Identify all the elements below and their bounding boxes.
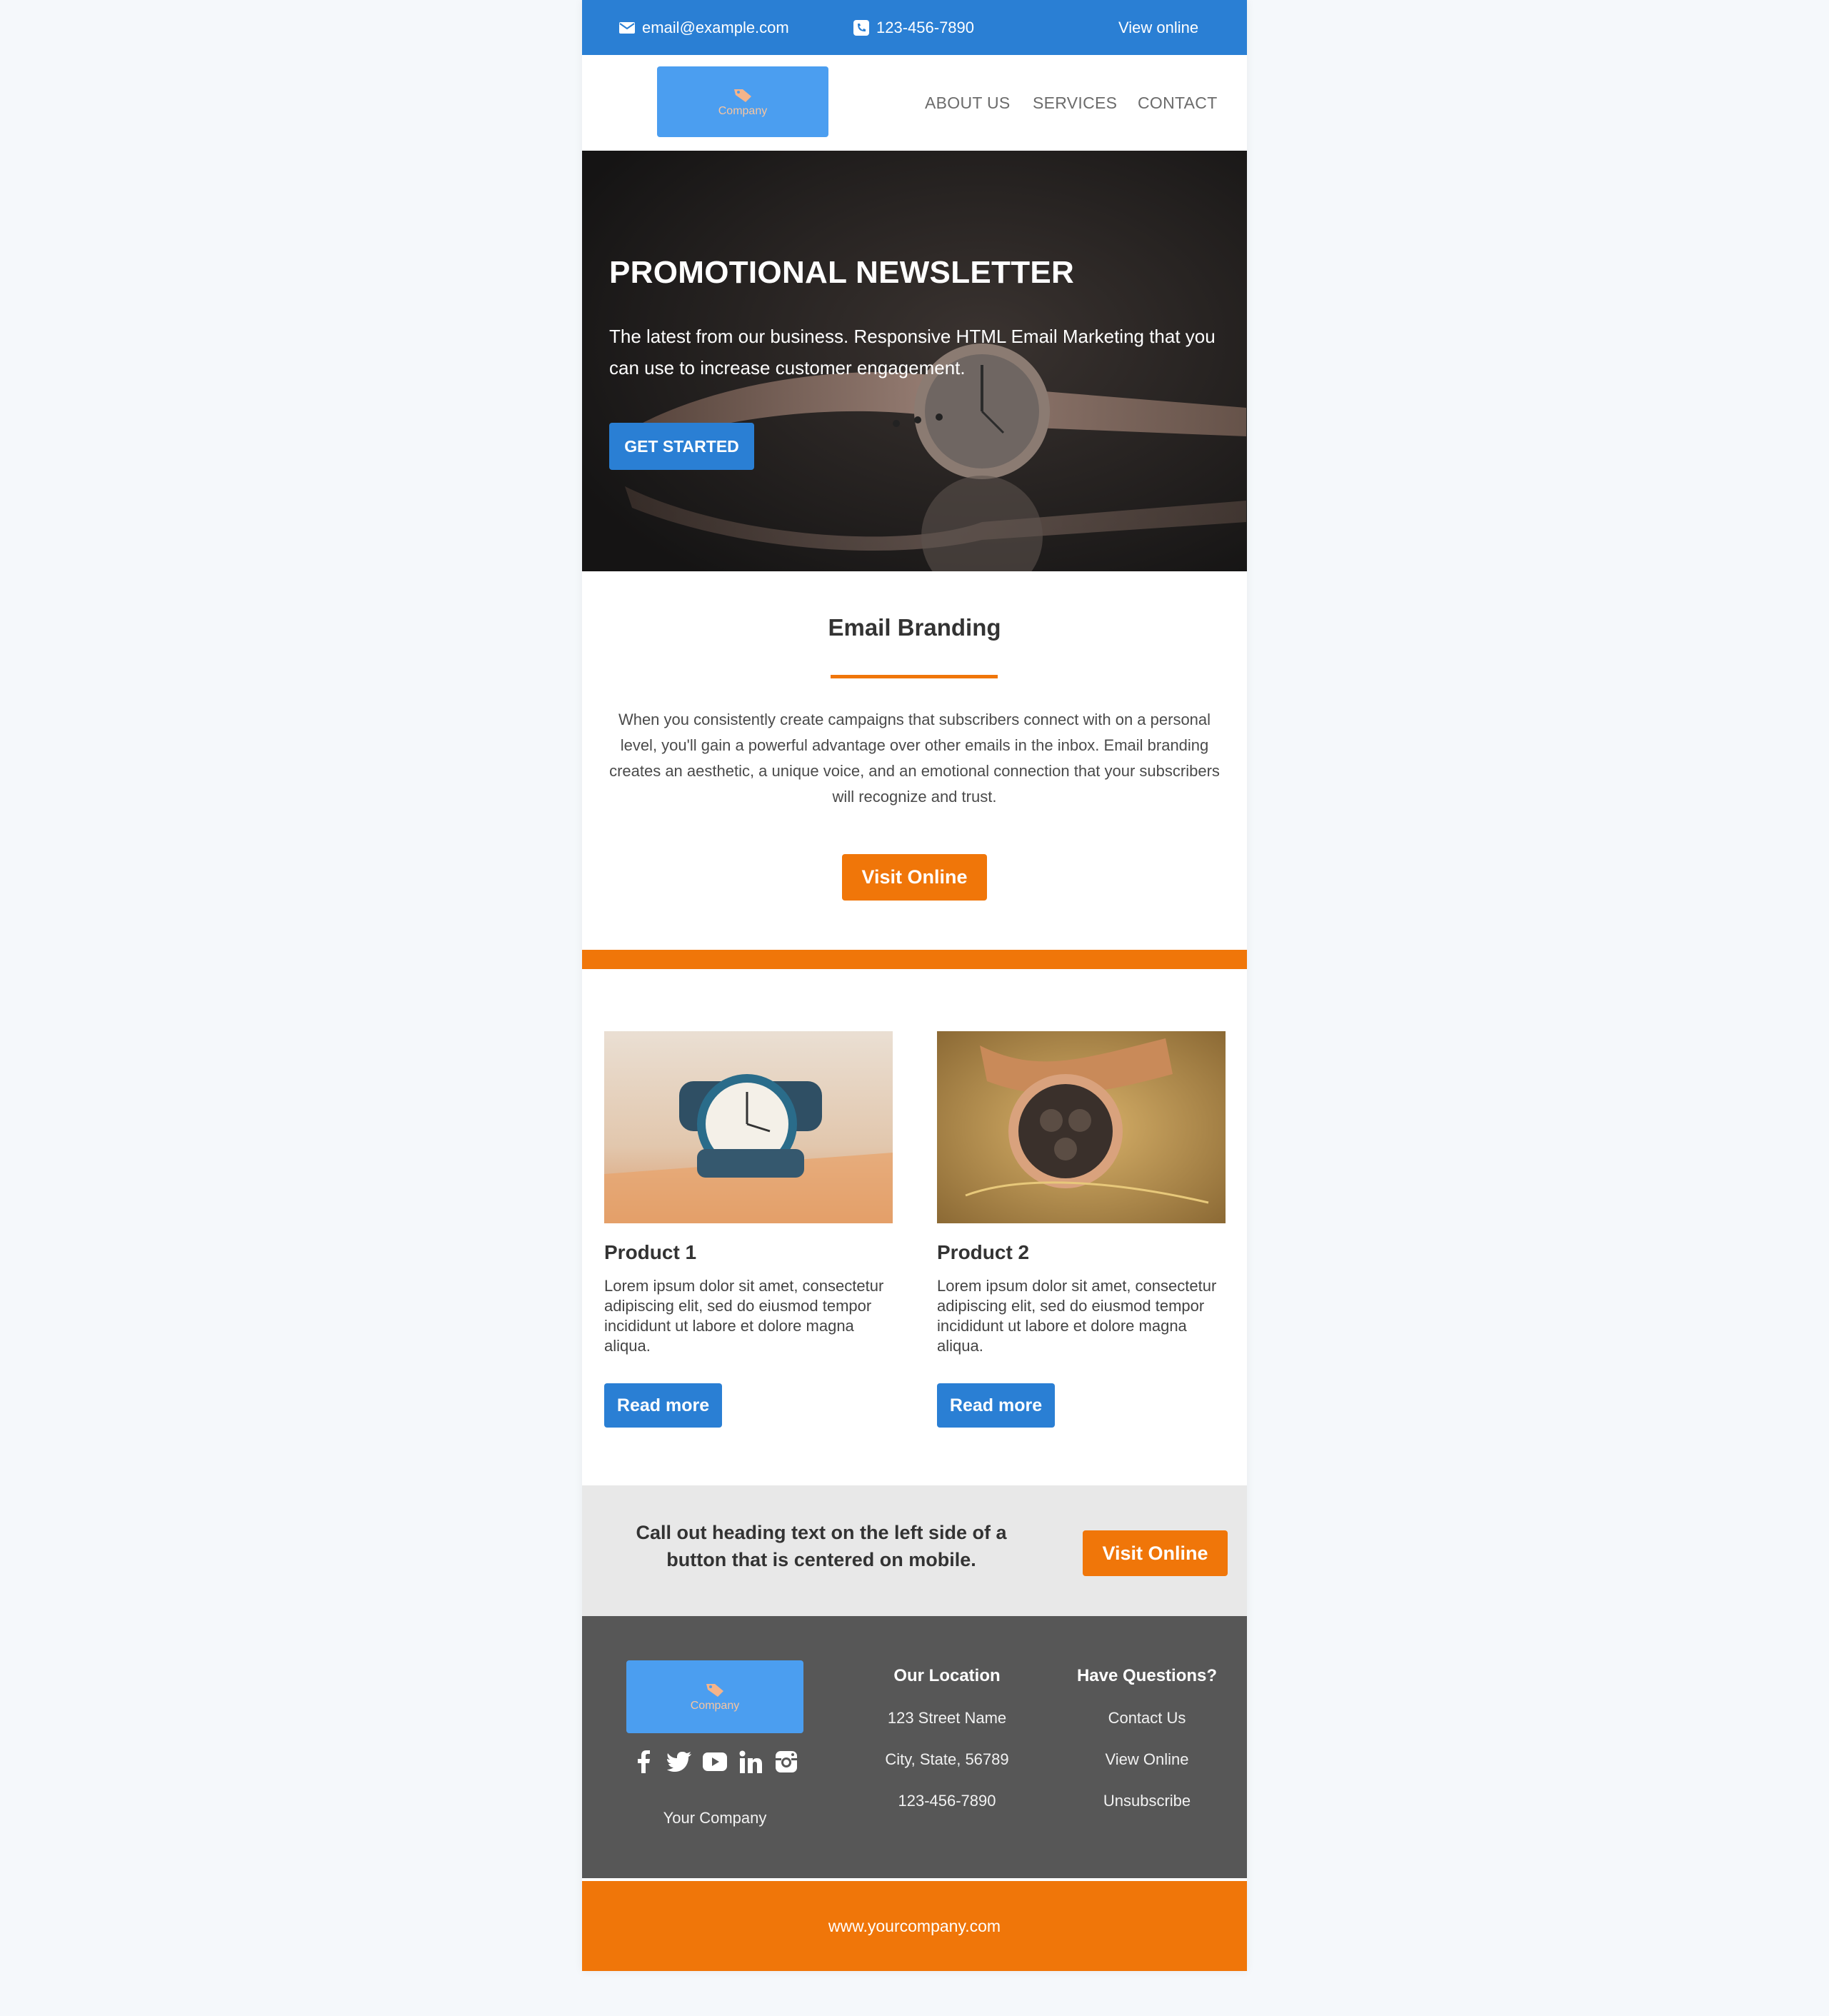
callout-text: Call out heading text on the left side o… (636, 1522, 1007, 1570)
instagram-icon[interactable] (774, 1750, 798, 1774)
footer-unsubscribe-link[interactable]: Unsubscribe (1054, 1792, 1240, 1810)
view-online-link[interactable]: View online (1118, 0, 1198, 55)
hero-title: PROMOTIONAL NEWSLETTER (609, 255, 1075, 290)
branding-text: When you consistently create campaigns t… (609, 711, 1220, 806)
footer-logo[interactable]: Company (626, 1660, 803, 1733)
orange-divider (582, 950, 1247, 969)
footer-location-city: City, State, 56789 (885, 1750, 1009, 1768)
top-phone[interactable]: 123-456-7890 (853, 0, 974, 55)
footer-questions-heading: Have Questions? (1076, 1666, 1218, 1685)
nav-contact[interactable]: CONTACT (1138, 55, 1218, 151)
callout-section: Call out heading text on the left side o… (582, 1485, 1247, 1616)
website-bar: www.yourcompany.com (582, 1881, 1247, 1971)
product-1-image (604, 1031, 893, 1223)
visit-online-button[interactable]: Visit Online (842, 854, 987, 901)
phone-icon (853, 19, 869, 36)
social-links (631, 1750, 798, 1774)
product-1-text: Lorem ipsum dolor sit amet, consectetur … (604, 1277, 884, 1355)
callout-visit-online-button[interactable]: Visit Online (1083, 1530, 1228, 1576)
footer: Company Your Company Our Location 123 St… (582, 1616, 1247, 1878)
envelope-icon (619, 20, 635, 36)
product-2-text: Lorem ipsum dolor sit amet, consectetur … (937, 1277, 1217, 1355)
footer-location-street: 123 Street Name (887, 1709, 1007, 1727)
tag-icon (734, 89, 751, 102)
product-1-read-more-button[interactable]: Read more (604, 1383, 722, 1428)
footer-view-online-link[interactable]: View Online (1054, 1750, 1240, 1769)
get-started-button[interactable]: GET STARTED (609, 423, 754, 470)
logo-name: Company (718, 104, 768, 117)
youtube-icon[interactable] (703, 1750, 727, 1774)
facebook-icon[interactable] (631, 1750, 656, 1774)
email-container: email@example.com 123-456-7890 View onli… (582, 0, 1247, 1971)
nav-services[interactable]: SERVICES (1033, 55, 1117, 151)
header: Company ABOUT US SERVICES CONTACT (582, 55, 1247, 151)
product-2-image (937, 1031, 1226, 1223)
footer-logo-name: Company (690, 1700, 740, 1712)
website-link[interactable]: www.yourcompany.com (828, 1917, 1001, 1936)
top-email-text: email@example.com (642, 18, 789, 36)
nav-about[interactable]: ABOUT US (925, 55, 1011, 151)
branding-title: Email Branding (828, 614, 1001, 641)
footer-location-phone: 123-456-7890 (898, 1792, 996, 1810)
top-phone-text: 123-456-7890 (876, 18, 975, 36)
hero-banner: PROMOTIONAL NEWSLETTER The latest from o… (582, 151, 1247, 571)
nav-services-label: SERVICES (1033, 93, 1118, 112)
branding-divider (831, 675, 998, 678)
top-bar: email@example.com 123-456-7890 View onli… (582, 0, 1247, 55)
tag-icon (706, 1684, 723, 1697)
footer-company-name: Your Company (663, 1809, 767, 1827)
company-logo[interactable]: Company (657, 66, 828, 137)
linkedin-icon[interactable] (738, 1750, 763, 1774)
product-2-title: Product 2 (937, 1241, 1030, 1263)
twitter-icon[interactable] (667, 1750, 691, 1774)
nav-about-label: ABOUT US (925, 93, 1011, 112)
product-1-title: Product 1 (604, 1241, 697, 1263)
footer-contact-us-link[interactable]: Contact Us (1054, 1709, 1240, 1727)
nav-contact-label: CONTACT (1138, 93, 1218, 112)
product-2-read-more-button[interactable]: Read more (937, 1383, 1055, 1428)
top-email[interactable]: email@example.com (619, 0, 789, 55)
hero-subtitle: The latest from our business. Responsive… (609, 326, 1216, 378)
footer-location-heading: Our Location (893, 1666, 1001, 1685)
